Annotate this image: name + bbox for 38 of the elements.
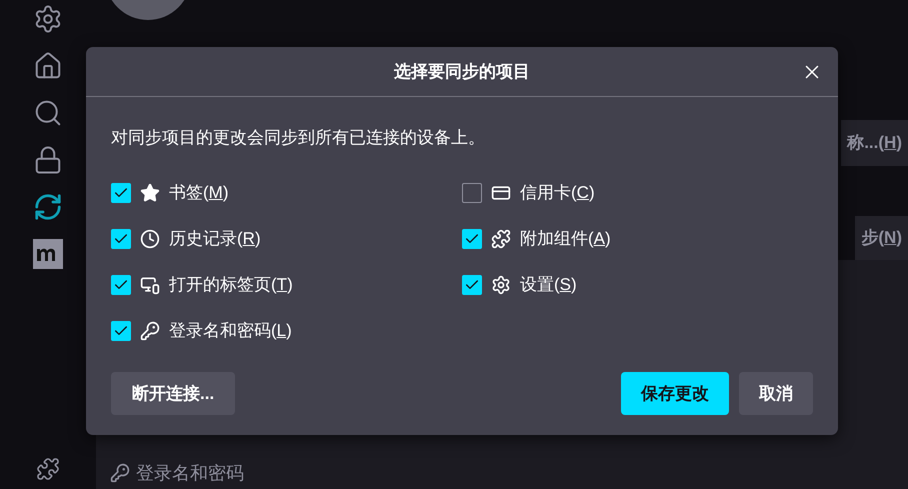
description: 对同步项目的更改会同步到所有已连接的设备上。	[111, 127, 486, 149]
checkbox-label: 登录名和密码(L)	[169, 320, 292, 342]
search-icon[interactable]	[33, 98, 63, 128]
sync-now-button[interactable]: 步(N)	[855, 216, 908, 260]
checkbox-label: 打开的标签页(T)	[169, 274, 293, 296]
cancel-button[interactable]: 取消	[739, 372, 813, 415]
dialog-title: 选择要同步的项目	[394, 60, 530, 83]
disconnect-button[interactable]: 断开连接...	[111, 372, 236, 415]
checkbox[interactable]	[462, 274, 482, 294]
save-button[interactable]: 保存更改	[621, 372, 729, 415]
clock-icon	[140, 228, 160, 248]
settings-icon	[491, 274, 511, 294]
settings-icon[interactable]	[33, 4, 63, 34]
checkbox-label: 书签(M)	[169, 182, 229, 204]
checkbox-label: 历史记录(R)	[169, 228, 261, 250]
checkbox[interactable]	[111, 274, 131, 294]
logins-item: 登录名和密码	[136, 462, 244, 485]
devices-icon	[140, 274, 160, 294]
checkbox-label: 设置(S)	[520, 274, 577, 296]
checkbox[interactable]	[111, 182, 131, 202]
checkbox[interactable]	[111, 228, 131, 248]
checkbox[interactable]	[462, 228, 482, 248]
key-icon	[110, 463, 130, 483]
lock-icon[interactable]	[33, 145, 63, 175]
home-icon[interactable]	[33, 51, 63, 81]
checkbox-label: 附加组件(A)	[520, 228, 611, 250]
key-icon	[140, 320, 160, 340]
logo-icon[interactable]	[33, 239, 63, 269]
puzzle-icon	[491, 228, 511, 248]
checkbox[interactable]	[462, 182, 482, 202]
puzzle-icon[interactable]	[36, 457, 60, 481]
button-label: 称...(H)	[847, 132, 902, 154]
rename-button[interactable]: 称...(H)	[841, 120, 908, 166]
button-label: 步(N)	[861, 227, 902, 250]
star-icon	[140, 182, 160, 202]
checkbox-label: 信用卡(C)	[520, 182, 595, 204]
sync-icon[interactable]	[33, 192, 63, 222]
checkbox[interactable]	[111, 320, 131, 340]
